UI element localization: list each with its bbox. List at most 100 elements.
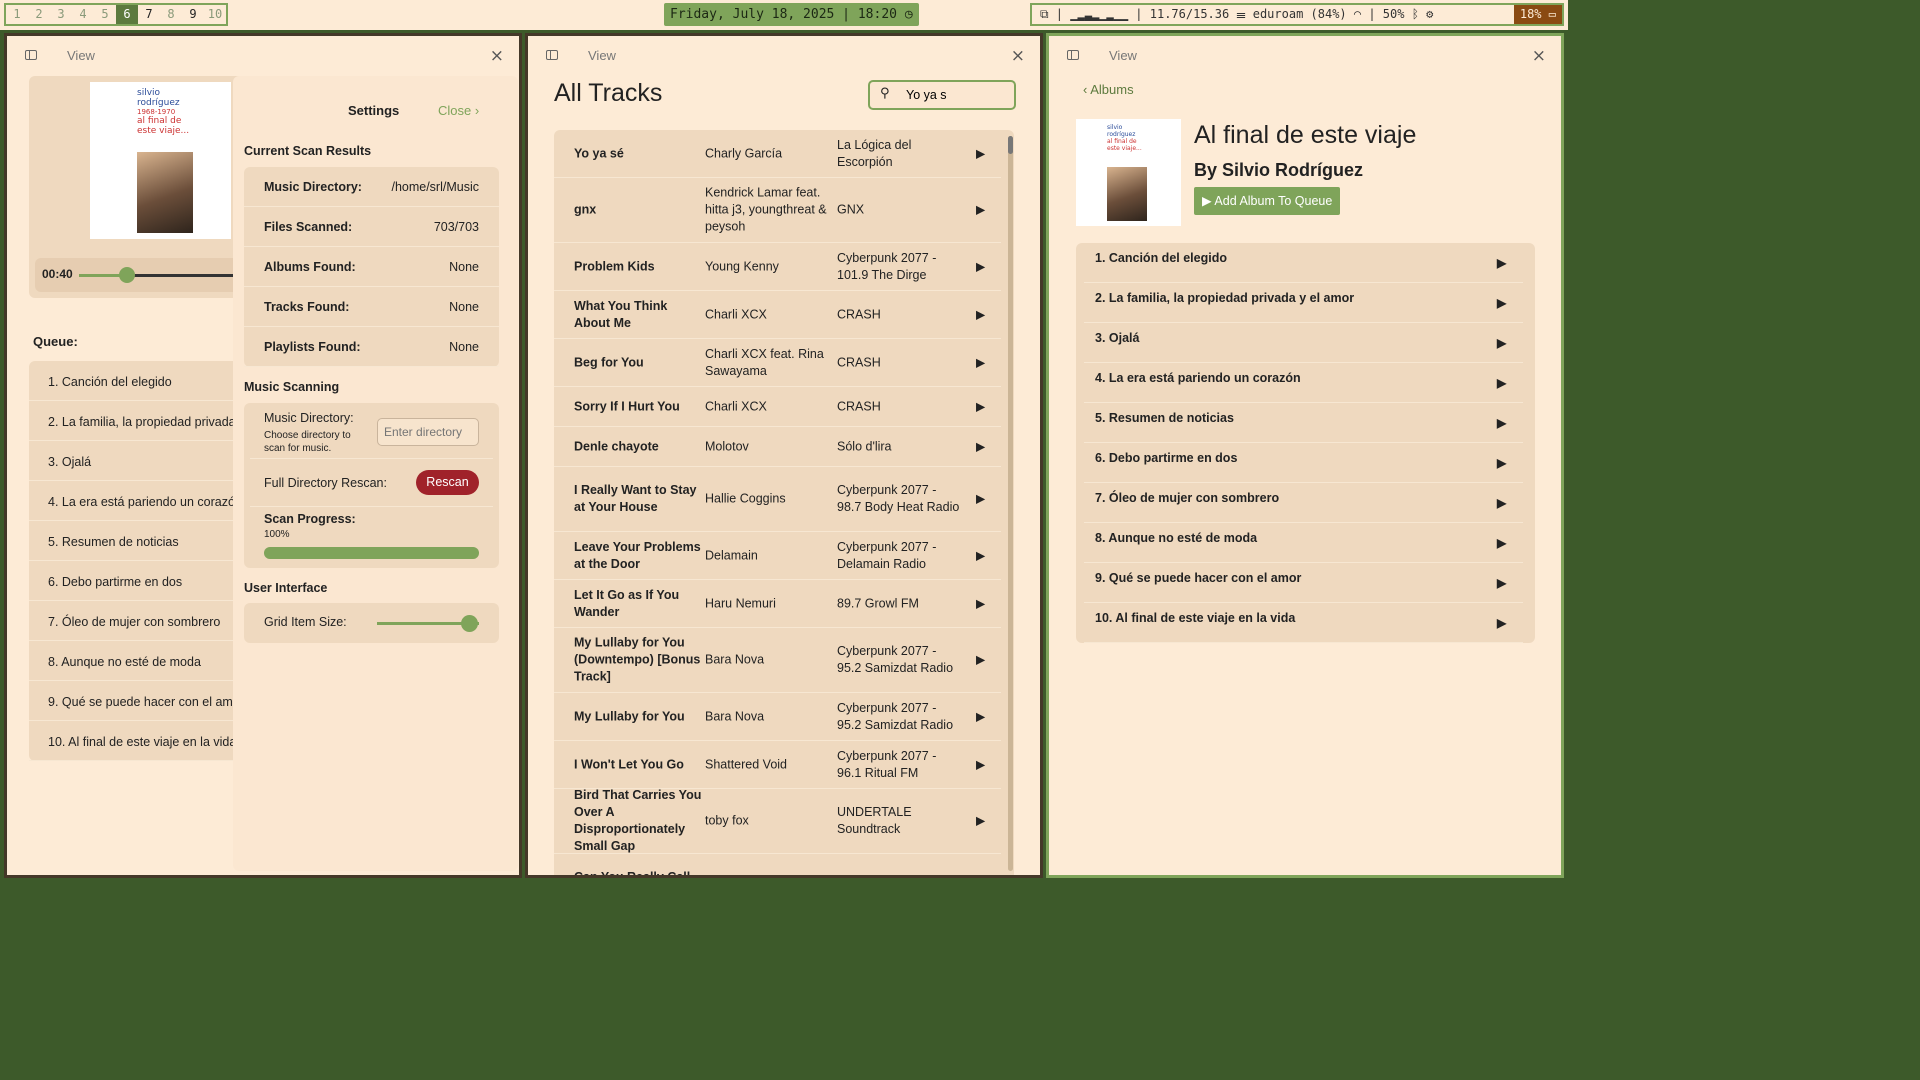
seek-knob[interactable] (118, 267, 135, 283)
sidebar-toggle-icon[interactable] (25, 50, 37, 60)
play-icon[interactable]: ▶ (1497, 616, 1506, 630)
settings-icon[interactable]: ⚙ (1426, 7, 1433, 21)
queue-item[interactable]: 4. La era está pariendo un corazón (29, 481, 249, 521)
workspace-3[interactable]: 3 (50, 5, 72, 24)
album-track-row[interactable]: 7. Óleo de mujer con sombrero ▶ (1084, 483, 1523, 523)
search-box[interactable]: ⚲ (868, 80, 1016, 110)
sidebar-toggle-icon[interactable] (1067, 50, 1079, 60)
back-button[interactable]: ‹ Albums (1083, 82, 1134, 97)
track-row[interactable]: Bird That Carries You Over A Disproporti… (554, 788, 1001, 854)
workspace-4[interactable]: 4 (72, 5, 94, 24)
play-icon[interactable]: ▶ (1497, 376, 1506, 390)
queue-item[interactable]: 2. La familia, la propiedad privada y el… (29, 401, 249, 441)
play-icon[interactable]: ▶ (976, 491, 985, 508)
track-row[interactable]: Leave Your Problems at the Door Delamain C… (554, 532, 1001, 580)
play-icon[interactable]: ▶ (976, 145, 985, 162)
play-icon[interactable]: ▶ (976, 878, 985, 879)
workspace-9[interactable]: 9 (182, 5, 204, 24)
view-menu[interactable]: View (588, 48, 616, 63)
view-menu[interactable]: View (67, 48, 95, 63)
sidebar-toggle-icon[interactable] (546, 50, 558, 60)
seek-track[interactable] (79, 274, 249, 277)
play-icon[interactable]: ▶ (976, 354, 985, 371)
window-header: View × (1049, 36, 1561, 76)
play-icon[interactable]: ▶ (1497, 536, 1506, 550)
track-row[interactable]: Let It Go as If You Wander Haru Nemuri 89.… (554, 580, 1001, 628)
directory-input[interactable] (377, 418, 479, 446)
play-icon[interactable]: ▶ (976, 813, 985, 830)
play-icon[interactable]: ▶ (976, 398, 985, 415)
queue-item[interactable]: 3. Ojalá (29, 441, 249, 481)
play-icon[interactable]: ▶ (1497, 336, 1506, 350)
play-icon[interactable]: ▶ (976, 708, 985, 725)
album-track-row[interactable]: 3. Ojalá ▶ (1084, 323, 1523, 363)
scan-result-label: Files Scanned: (264, 220, 353, 234)
search-input[interactable] (906, 85, 1006, 105)
album-track-row[interactable]: 4. La era está pariendo un corazón ▶ (1084, 363, 1523, 403)
queue-item[interactable]: 5. Resumen de noticias (29, 521, 249, 561)
workspace-1[interactable]: 1 (6, 5, 28, 24)
bluetooth-icon[interactable]: ᛒ (1412, 7, 1419, 21)
grid-size-knob[interactable] (460, 615, 478, 632)
play-icon[interactable]: ▶ (976, 438, 985, 455)
album-track-row[interactable]: 9. Qué se puede hacer con el amor ▶ (1084, 563, 1523, 603)
play-icon[interactable]: ▶ (976, 756, 985, 773)
track-row[interactable]: Can You Really Call This A Hotel, I Didn… (554, 854, 1001, 879)
play-icon[interactable]: ▶ (1497, 576, 1506, 590)
track-row[interactable]: I Won't Let You Go Shattered Void Cyberpun… (554, 741, 1001, 789)
play-icon[interactable]: ▶ (1497, 456, 1506, 470)
play-icon[interactable]: ▶ (976, 258, 985, 275)
track-row[interactable]: gnx Kendrick Lamar feat. hitta j3, youngt… (554, 178, 1001, 243)
play-icon[interactable]: ▶ (1497, 496, 1506, 510)
track-row[interactable]: My Lullaby for You Bara Nova Cyberpunk 207… (554, 693, 1001, 741)
track-row[interactable]: Denle chayote Molotov Sólo d'lira ▶ (554, 427, 1001, 467)
cover-years: 1968-1970 (137, 108, 176, 116)
play-icon[interactable]: ▶ (976, 306, 985, 323)
view-menu[interactable]: View (1109, 48, 1137, 63)
track-artist: Charli XCX (705, 399, 767, 413)
queue-item[interactable]: 7. Óleo de mujer con sombrero (29, 601, 249, 641)
track-row[interactable]: Beg for You Charli XCX feat. Rina Sawayam… (554, 339, 1001, 387)
workspace-8[interactable]: 8 (160, 5, 182, 24)
track-artist: Young Kenny (705, 259, 779, 273)
album-track-row[interactable]: 6. Debo partirme en dos ▶ (1084, 443, 1523, 483)
track-row[interactable]: Yo ya sé Charly García La Lógica del Escor… (554, 130, 1001, 178)
track-row[interactable]: What You Think About Me Charli XCX CRASH ▶ (554, 291, 1001, 339)
close-icon[interactable]: × (1532, 46, 1546, 66)
settings-close-button[interactable]: Close › (438, 103, 479, 118)
scrollbar[interactable] (1008, 136, 1013, 871)
album-track-row[interactable]: 8. Aunque no esté de moda ▶ (1084, 523, 1523, 563)
play-icon[interactable]: ▶ (976, 595, 985, 612)
workspace-6[interactable]: 6 (116, 5, 138, 24)
workspace-5[interactable]: 5 (94, 5, 116, 24)
play-icon[interactable]: ▶ (1497, 256, 1506, 270)
track-row[interactable]: Sorry If I Hurt You Charli XCX CRASH ▶ (554, 387, 1001, 427)
album-track-row[interactable]: 5. Resumen de noticias ▶ (1084, 403, 1523, 443)
queue-item[interactable]: 10. Al final de este viaje en la vida (29, 721, 249, 761)
scrollbar-thumb[interactable] (1008, 136, 1013, 154)
play-icon[interactable]: ▶ (1497, 416, 1506, 430)
queue-item[interactable]: 1. Canción del elegido (29, 361, 249, 401)
album-track-row[interactable]: 10. Al final de este viaje en la vida ▶ (1084, 603, 1523, 643)
queue-item[interactable]: 6. Debo partirme en dos (29, 561, 249, 601)
queue-item[interactable]: 8. Aunque no esté de moda (29, 641, 249, 681)
close-icon[interactable]: × (1011, 46, 1025, 66)
workspace-2[interactable]: 2 (28, 5, 50, 24)
queue-item[interactable]: 9. Qué se puede hacer con el amor (29, 681, 249, 721)
play-icon[interactable]: ▶ (1497, 296, 1506, 310)
volume-level[interactable]: 50% (1383, 7, 1405, 21)
album-track-row[interactable]: 2. La familia, la propiedad privada y el… (1084, 283, 1523, 323)
play-icon[interactable]: ▶ (976, 652, 985, 669)
track-row[interactable]: Problem Kids Young Kenny Cyberpunk 2077 - … (554, 243, 1001, 291)
track-row[interactable]: My Lullaby for You (Downtempo) [Bonus Tr… (554, 628, 1001, 693)
workspace-10[interactable]: 10 (204, 5, 226, 24)
rescan-button[interactable]: Rescan (416, 470, 479, 495)
album-track-row[interactable]: 1. Canción del elegido ▶ (1084, 243, 1523, 283)
close-icon[interactable]: × (490, 46, 504, 66)
play-icon[interactable]: ▶ (976, 202, 985, 219)
play-icon[interactable]: ▶ (976, 547, 985, 564)
track-row[interactable]: I Really Want to Stay at Your House Halli… (554, 467, 1001, 532)
add-album-button[interactable]: ▶ Add Album To Queue (1194, 187, 1340, 215)
network-name[interactable]: eduroam (84%) (1253, 7, 1347, 21)
workspace-7[interactable]: 7 (138, 5, 160, 24)
